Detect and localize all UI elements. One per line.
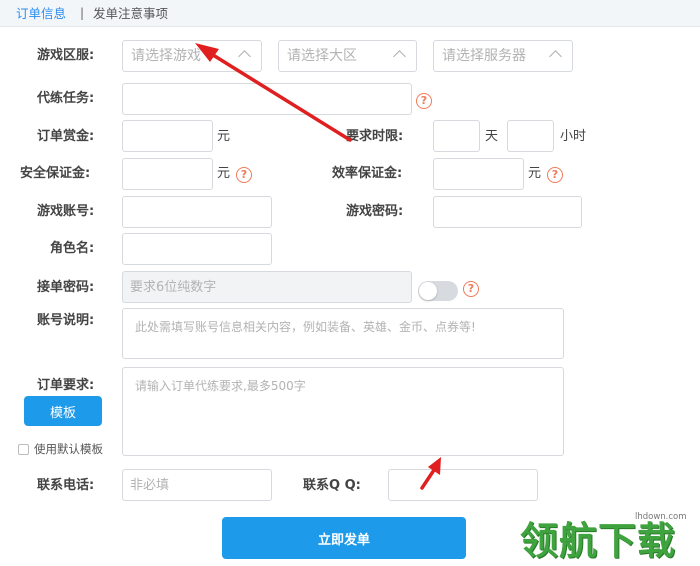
qq-input[interactable]: [388, 469, 538, 501]
days-unit: 天: [485, 129, 499, 144]
reward-input[interactable]: [122, 120, 213, 152]
hours-input[interactable]: [507, 120, 554, 152]
watermark-site: lhdown.com: [632, 512, 690, 522]
security-deposit-input[interactable]: [122, 158, 213, 190]
tab-order-info[interactable]: 订单信息: [16, 6, 66, 21]
help-icon[interactable]: ?: [463, 281, 479, 297]
efficiency-deposit-label: 效率保证金:: [332, 166, 403, 181]
role-name-input[interactable]: [122, 233, 272, 265]
default-template-checkbox[interactable]: 使用默认模板: [18, 441, 103, 457]
hours-unit: 小时: [560, 129, 587, 144]
qq-label: 联系Q Q:: [303, 478, 361, 493]
security-deposit-label: 安全保证金:: [20, 166, 91, 181]
order-requirements-textarea[interactable]: [122, 367, 564, 456]
task-label: 代练任务:: [37, 91, 95, 106]
account-desc-textarea[interactable]: [122, 308, 564, 359]
chevron-up-icon: [549, 50, 562, 63]
time-limit-label: 要求时限:: [346, 129, 404, 144]
checkbox-box[interactable]: [18, 443, 29, 455]
account-input[interactable]: [122, 196, 272, 228]
account-desc-label: 账号说明:: [37, 313, 95, 328]
help-icon[interactable]: ?: [416, 93, 432, 109]
account-label: 游戏账号:: [37, 204, 95, 219]
tab-order-notes[interactable]: 发单注意事项: [93, 6, 168, 21]
region-select[interactable]: 请选择大区: [278, 40, 417, 72]
checkbox-label: 使用默认模板: [34, 442, 103, 456]
days-input[interactable]: [433, 120, 480, 152]
game-select[interactable]: 请选择游戏: [122, 40, 262, 72]
phone-input[interactable]: [122, 469, 272, 501]
reward-label: 订单赏金:: [37, 129, 95, 144]
region-select-placeholder: 请选择大区: [287, 48, 357, 64]
game-server-label: 游戏区服:: [37, 48, 95, 63]
chevron-up-icon: [393, 50, 406, 63]
password-label: 游戏密码:: [346, 204, 404, 219]
role-name-label: 角色名:: [50, 241, 95, 256]
game-select-placeholder: 请选择游戏: [131, 48, 201, 64]
task-input[interactable]: [122, 83, 412, 115]
phone-label: 联系电话:: [37, 478, 95, 493]
server-select-placeholder: 请选择服务器: [442, 48, 526, 64]
chevron-up-icon: [238, 50, 251, 63]
watermark: lhdown.com 领航下载: [520, 512, 700, 566]
help-icon[interactable]: ?: [547, 167, 563, 183]
efficiency-deposit-unit: 元: [528, 166, 542, 181]
accept-password-toggle[interactable]: [418, 281, 458, 301]
accept-password-input[interactable]: [122, 271, 412, 303]
template-button[interactable]: 模板: [24, 396, 102, 426]
server-select[interactable]: 请选择服务器: [433, 40, 573, 72]
efficiency-deposit-input[interactable]: [433, 158, 524, 190]
security-deposit-unit: 元: [217, 166, 231, 181]
submit-order-button[interactable]: 立即发单: [222, 517, 466, 559]
password-input[interactable]: [433, 196, 582, 228]
reward-unit: 元: [217, 129, 231, 144]
tab-separator: |: [80, 6, 85, 20]
watermark-text: 领航下载: [520, 519, 677, 563]
order-requirements-label: 订单要求:: [37, 378, 95, 393]
toggle-knob: [419, 282, 437, 300]
accept-password-label: 接单密码:: [37, 280, 95, 295]
help-icon[interactable]: ?: [236, 167, 252, 183]
tab-bar: 订单信息 | 发单注意事项: [0, 0, 700, 27]
